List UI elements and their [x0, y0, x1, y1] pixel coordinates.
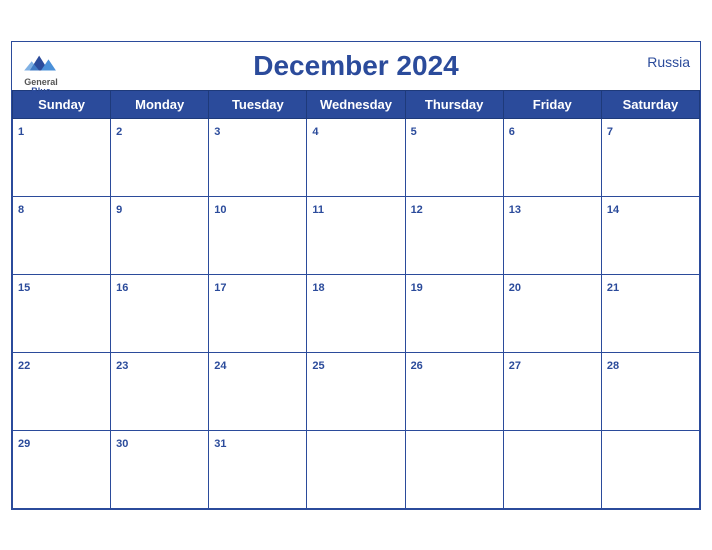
day-number: 26: [411, 360, 423, 372]
day-number: 11: [312, 204, 324, 216]
calendar-day-cell: 25: [307, 352, 405, 430]
calendar-day-cell: 17: [209, 274, 307, 352]
calendar: General Blue December 2024 Russia Sunday…: [11, 41, 701, 510]
day-number: 17: [214, 282, 226, 294]
calendar-day-cell: 23: [111, 352, 209, 430]
calendar-day-cell: [307, 430, 405, 508]
calendar-day-cell: 28: [601, 352, 699, 430]
header-wednesday: Wednesday: [307, 90, 405, 118]
brand-blue-text: Blue: [31, 87, 51, 96]
day-number: 14: [607, 204, 619, 216]
calendar-day-cell: [601, 430, 699, 508]
day-number: 2: [116, 126, 122, 138]
day-number: 20: [509, 282, 521, 294]
day-number: 19: [411, 282, 423, 294]
day-number: 16: [116, 282, 128, 294]
calendar-week-row: 1 2 3 4 5 6 7: [13, 118, 700, 196]
day-number: 7: [607, 126, 613, 138]
day-number: 23: [116, 360, 128, 372]
day-number: 9: [116, 204, 122, 216]
calendar-day-cell: 10: [209, 196, 307, 274]
calendar-header: General Blue December 2024 Russia: [12, 42, 700, 90]
calendar-day-cell: 22: [13, 352, 111, 430]
header-saturday: Saturday: [601, 90, 699, 118]
calendar-table: Sunday Monday Tuesday Wednesday Thursday…: [12, 90, 700, 509]
day-number: 13: [509, 204, 521, 216]
day-number: 3: [214, 126, 220, 138]
calendar-day-cell: 29: [13, 430, 111, 508]
calendar-week-row: 22 23 24 25 26 27 28: [13, 352, 700, 430]
day-number: 30: [116, 438, 128, 450]
day-number: 29: [18, 438, 30, 450]
calendar-day-cell: 19: [405, 274, 503, 352]
calendar-week-row: 29 30 31: [13, 430, 700, 508]
day-number: 1: [18, 126, 24, 138]
generalblue-logo-icon: [22, 50, 60, 78]
calendar-day-cell: 24: [209, 352, 307, 430]
calendar-day-cell: 2: [111, 118, 209, 196]
calendar-day-cell: 14: [601, 196, 699, 274]
calendar-day-cell: 5: [405, 118, 503, 196]
day-number: 18: [312, 282, 324, 294]
calendar-day-cell: 21: [601, 274, 699, 352]
calendar-day-cell: 31: [209, 430, 307, 508]
calendar-day-cell: 7: [601, 118, 699, 196]
country-label: Russia: [647, 54, 690, 70]
header-tuesday: Tuesday: [209, 90, 307, 118]
day-number: 12: [411, 204, 423, 216]
header-monday: Monday: [111, 90, 209, 118]
calendar-body: 1234567891011121314151617181920212223242…: [13, 118, 700, 508]
calendar-day-cell: 9: [111, 196, 209, 274]
calendar-day-cell: 13: [503, 196, 601, 274]
day-number: 10: [214, 204, 226, 216]
day-number: 27: [509, 360, 521, 372]
calendar-day-cell: [405, 430, 503, 508]
day-number: 28: [607, 360, 619, 372]
day-number: 4: [312, 126, 318, 138]
day-number: 21: [607, 282, 619, 294]
calendar-day-cell: 8: [13, 196, 111, 274]
calendar-day-cell: 1: [13, 118, 111, 196]
calendar-day-cell: 3: [209, 118, 307, 196]
calendar-week-row: 15 16 17 18 19 20 21: [13, 274, 700, 352]
day-number: 15: [18, 282, 30, 294]
day-number: 22: [18, 360, 30, 372]
day-number: 8: [18, 204, 24, 216]
calendar-day-cell: 26: [405, 352, 503, 430]
calendar-title: December 2024: [22, 50, 690, 82]
day-number: 25: [312, 360, 324, 372]
calendar-day-cell: 20: [503, 274, 601, 352]
day-number: 24: [214, 360, 226, 372]
day-number: 6: [509, 126, 515, 138]
calendar-day-cell: 18: [307, 274, 405, 352]
calendar-day-cell: 11: [307, 196, 405, 274]
weekday-header-row: Sunday Monday Tuesday Wednesday Thursday…: [13, 90, 700, 118]
header-friday: Friday: [503, 90, 601, 118]
calendar-week-row: 8 9 10 11 12 13 14: [13, 196, 700, 274]
calendar-day-cell: [503, 430, 601, 508]
calendar-day-cell: 4: [307, 118, 405, 196]
brand-logo-area: General Blue: [22, 50, 60, 96]
calendar-day-cell: 30: [111, 430, 209, 508]
calendar-day-cell: 6: [503, 118, 601, 196]
day-number: 5: [411, 126, 417, 138]
calendar-day-cell: 15: [13, 274, 111, 352]
calendar-day-cell: 12: [405, 196, 503, 274]
calendar-day-cell: 27: [503, 352, 601, 430]
header-thursday: Thursday: [405, 90, 503, 118]
day-number: 31: [214, 438, 226, 450]
calendar-day-cell: 16: [111, 274, 209, 352]
